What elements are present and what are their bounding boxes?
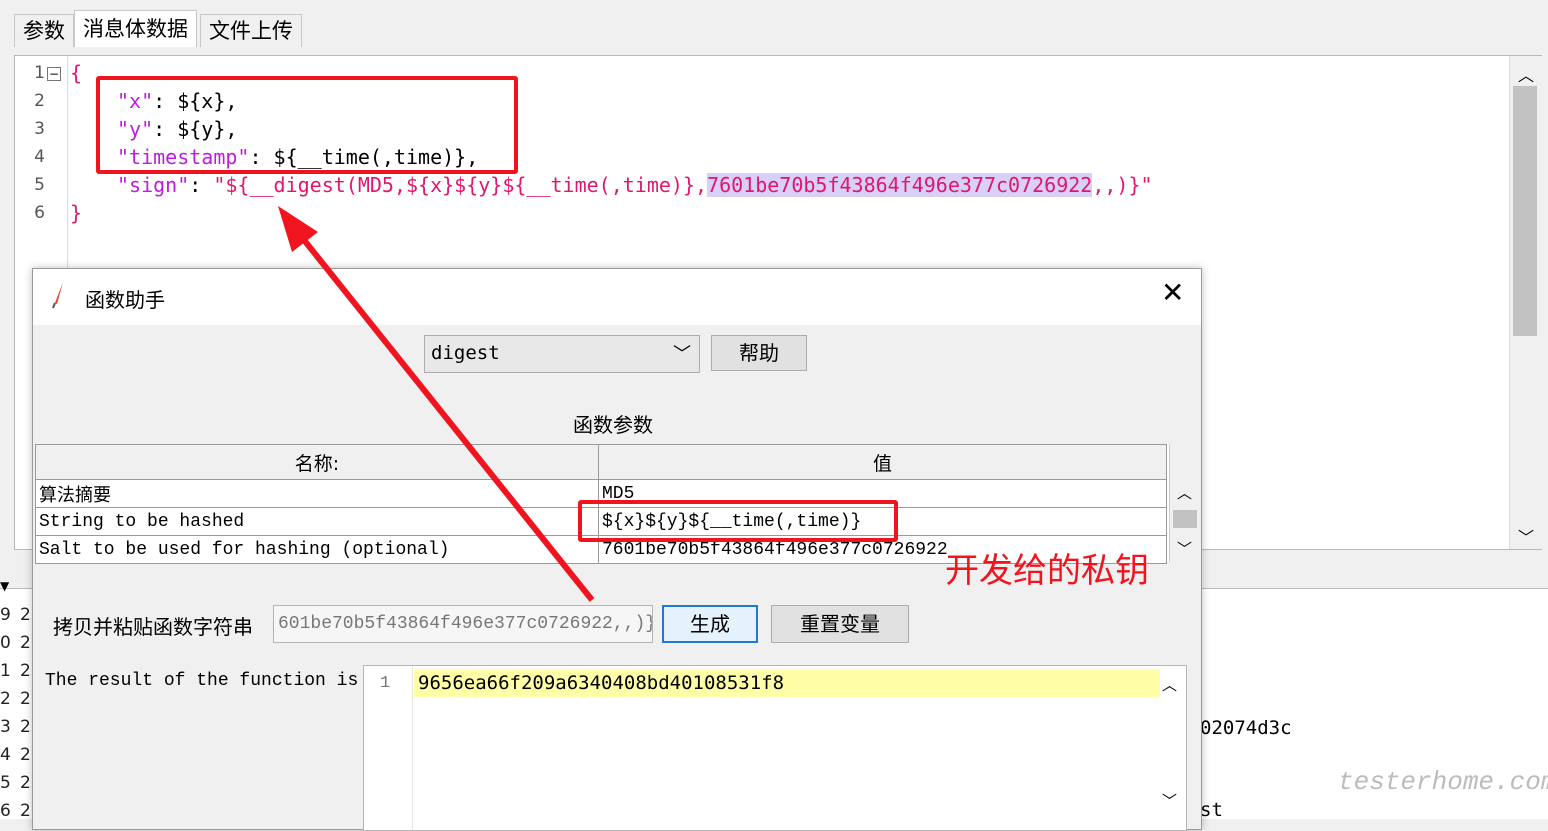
annotation-arrow-icon (278, 206, 595, 602)
